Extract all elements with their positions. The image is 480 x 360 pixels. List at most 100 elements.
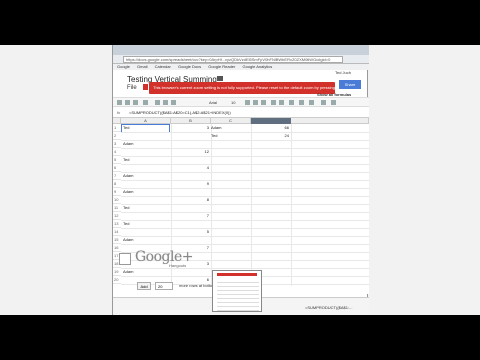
- grid-cell[interactable]: [123, 228, 169, 236]
- share-button[interactable]: Share: [339, 80, 361, 89]
- browser-tab-strip[interactable]: [113, 45, 369, 55]
- align-icon[interactable]: [289, 100, 294, 105]
- grid-cell[interactable]: [251, 188, 289, 196]
- grid-cell[interactable]: 66: [251, 124, 289, 132]
- grid-cell[interactable]: [211, 236, 251, 244]
- row-number[interactable]: 20: [113, 276, 121, 284]
- grid-cell[interactable]: 5: [171, 228, 209, 236]
- add-rows-count-input[interactable]: 20: [155, 282, 173, 290]
- grid-cell[interactable]: [211, 260, 251, 268]
- percent-icon[interactable]: [163, 100, 168, 105]
- grid-cell[interactable]: [211, 148, 251, 156]
- grid-cell[interactable]: [211, 228, 251, 236]
- presenter-thumbnail[interactable]: [212, 270, 262, 312]
- row-number[interactable]: 5: [113, 156, 121, 164]
- row-number[interactable]: 7: [113, 172, 121, 180]
- row-number[interactable]: 12: [113, 212, 121, 220]
- grid-cell[interactable]: [123, 148, 169, 156]
- row-number[interactable]: 4: [113, 148, 121, 156]
- grid-cell[interactable]: [251, 172, 289, 180]
- row-number[interactable]: 10: [113, 196, 121, 204]
- bookmark-item[interactable]: Gmail: [137, 64, 147, 69]
- grid-cell[interactable]: [251, 204, 289, 212]
- bookmark-item[interactable]: Google: [117, 64, 130, 69]
- paint-format-icon[interactable]: [143, 100, 148, 105]
- row-number[interactable]: 6: [113, 164, 121, 172]
- fill-color-icon[interactable]: [271, 100, 276, 105]
- undo-icon[interactable]: [125, 100, 130, 105]
- grid-cell[interactable]: [171, 132, 209, 140]
- grid-cell[interactable]: Adam: [211, 124, 251, 132]
- sum-icon[interactable]: [321, 100, 326, 105]
- row-number[interactable]: 11: [113, 204, 121, 212]
- grid-cell[interactable]: 8: [171, 196, 209, 204]
- grid-cell[interactable]: [171, 156, 209, 164]
- grid-cell[interactable]: [251, 252, 289, 260]
- add-rows-button[interactable]: Add: [137, 282, 151, 290]
- grid-cell[interactable]: [171, 236, 209, 244]
- grid-cell[interactable]: [251, 180, 289, 188]
- grid-cell[interactable]: [211, 252, 251, 260]
- grid-cell[interactable]: [251, 196, 289, 204]
- grid-cell[interactable]: [251, 148, 289, 156]
- row-number[interactable]: 15: [113, 236, 121, 244]
- font-size-select[interactable]: 10: [231, 100, 235, 105]
- grid-cell[interactable]: 9: [171, 180, 209, 188]
- grid-cell[interactable]: Ted: [123, 220, 169, 228]
- grid-cell[interactable]: [211, 212, 251, 220]
- grid-cell[interactable]: [251, 236, 289, 244]
- grid-cell[interactable]: [171, 220, 209, 228]
- grid-cell[interactable]: [171, 140, 209, 148]
- bookmark-item[interactable]: Google Docs: [178, 64, 201, 69]
- grid-cell[interactable]: [123, 180, 169, 188]
- grid-cell[interactable]: [251, 212, 289, 220]
- redo-icon[interactable]: [133, 100, 138, 105]
- grid-cell[interactable]: Ted: [211, 132, 251, 140]
- bookmark-item[interactable]: Google Reader: [208, 64, 235, 69]
- currency-icon[interactable]: [155, 100, 160, 105]
- user-name[interactable]: Ted Juch: [335, 70, 351, 75]
- grid-cell[interactable]: [211, 220, 251, 228]
- row-number[interactable]: 13: [113, 220, 121, 228]
- menu-file[interactable]: File: [127, 85, 137, 91]
- grid-cell[interactable]: [171, 172, 209, 180]
- grid-cell[interactable]: [123, 132, 169, 140]
- row-number[interactable]: 2: [113, 132, 121, 140]
- grid-cell[interactable]: Ted: [123, 156, 169, 164]
- grid-cell[interactable]: [123, 196, 169, 204]
- text-color-icon[interactable]: [261, 100, 266, 105]
- chart-icon[interactable]: [331, 100, 336, 105]
- grid-cell[interactable]: [211, 180, 251, 188]
- grid-cell[interactable]: [251, 156, 289, 164]
- grid-cell[interactable]: [251, 140, 289, 148]
- grid-cell[interactable]: 24: [251, 132, 289, 140]
- strikethrough-icon[interactable]: [253, 100, 258, 105]
- grid-cell[interactable]: Ted: [123, 124, 169, 132]
- grid-cell[interactable]: Adam: [123, 236, 169, 244]
- borders-icon[interactable]: [279, 100, 284, 105]
- bookmark-item[interactable]: Google Analytics: [242, 64, 272, 69]
- grid-cell[interactable]: [211, 244, 251, 252]
- grid-cell[interactable]: [123, 164, 169, 172]
- grid-cell[interactable]: [123, 212, 169, 220]
- grid-cell[interactable]: [251, 228, 289, 236]
- grid-cell[interactable]: [251, 220, 289, 228]
- grid-cell[interactable]: [211, 140, 251, 148]
- grid-cell[interactable]: [211, 188, 251, 196]
- row-number[interactable]: 1: [113, 124, 121, 132]
- grid-cell[interactable]: 3: [171, 124, 209, 132]
- grid-cell[interactable]: Adam: [123, 188, 169, 196]
- font-select[interactable]: Arial: [209, 100, 217, 105]
- grid-cell[interactable]: 7: [171, 212, 209, 220]
- grid-cell[interactable]: Ted: [123, 204, 169, 212]
- print-icon[interactable]: [117, 100, 122, 105]
- folder-icon[interactable]: [217, 76, 223, 81]
- grid-cell[interactable]: [211, 156, 251, 164]
- number-format-icon[interactable]: [171, 100, 176, 105]
- grid-cell[interactable]: [211, 196, 251, 204]
- grid-cell[interactable]: [211, 204, 251, 212]
- grid-cell[interactable]: [171, 188, 209, 196]
- formula-input[interactable]: =SUMPRODUCT(($A$1:A$20=C1),A$2:A$21+INDE…: [129, 110, 231, 115]
- grid-cell[interactable]: Adam: [123, 172, 169, 180]
- row-number[interactable]: 8: [113, 180, 121, 188]
